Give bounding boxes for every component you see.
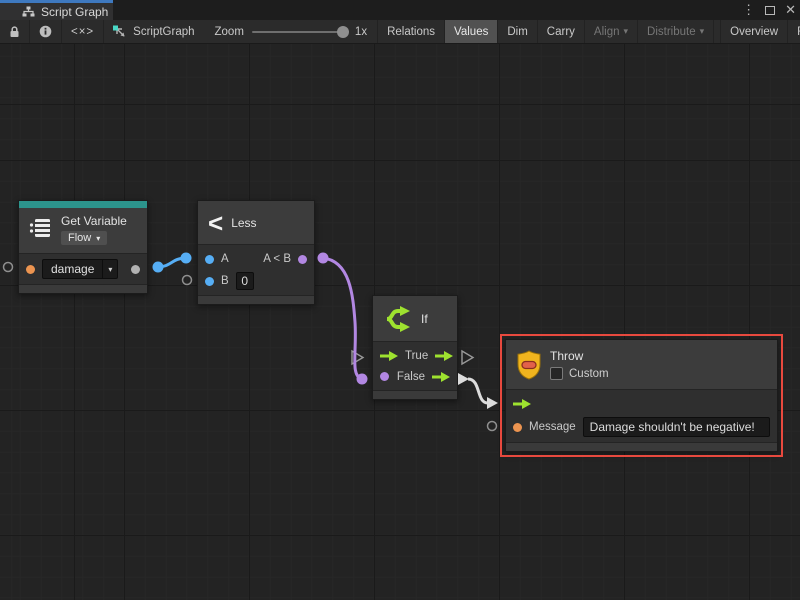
- message-port[interactable]: [513, 423, 522, 432]
- input-b-port[interactable]: [205, 277, 214, 286]
- message-label: Message: [529, 421, 576, 433]
- false-label: False: [397, 371, 425, 383]
- false-out-port[interactable]: [432, 372, 450, 382]
- graph-name-label: ScriptGraph: [133, 26, 194, 38]
- input-a-port[interactable]: [205, 255, 214, 264]
- dim-button[interactable]: Dim: [498, 20, 537, 43]
- flow-in-port[interactable]: [380, 351, 398, 361]
- fullscreen-button[interactable]: Full Screen: [788, 20, 800, 43]
- custom-label: Custom: [569, 368, 609, 380]
- value-output-port[interactable]: [131, 265, 140, 274]
- node-footer: [198, 295, 314, 304]
- variable-kind-dropdown[interactable]: Flow ▾: [61, 231, 107, 245]
- flow-in-port[interactable]: [513, 399, 531, 409]
- carry-button[interactable]: Carry: [538, 20, 585, 43]
- custom-checkbox[interactable]: [550, 367, 563, 380]
- align-button[interactable]: Align ▾: [585, 20, 638, 43]
- node-title: Less: [231, 216, 256, 230]
- info-icon: [39, 25, 52, 38]
- lock-icon: [9, 26, 20, 38]
- window-menu-button[interactable]: ⋮: [742, 2, 755, 18]
- chevron-down-icon: ▾: [103, 260, 117, 278]
- window-tab-bar: Script Graph ⋮ ✕: [0, 0, 800, 20]
- variable-name-dropdown[interactable]: damage ▾: [42, 259, 118, 279]
- distribute-button[interactable]: Distribute ▾: [638, 20, 714, 43]
- zoom-label: Zoom: [215, 26, 244, 38]
- node-title: If: [421, 312, 428, 326]
- input-b-value-field[interactable]: [236, 272, 254, 290]
- chevron-down-icon: ▾: [96, 234, 100, 243]
- chevron-down-icon: ▾: [700, 26, 705, 37]
- chevron-down-icon: ▾: [624, 26, 629, 37]
- node-title: Get Variable: [61, 214, 127, 228]
- edit-source-button[interactable]: <×>: [62, 20, 104, 43]
- node-get-variable[interactable]: Get Variable Flow ▾ damage ▾: [18, 200, 148, 294]
- variable-icon: [29, 217, 53, 239]
- zoom-slider-knob[interactable]: [337, 26, 349, 38]
- values-button[interactable]: Values: [445, 20, 498, 43]
- graph-toolbar: <×> ScriptGraph Zoom 1x Relations Values…: [0, 20, 800, 44]
- graph-title-area: ScriptGraph: [104, 20, 204, 43]
- node-title: Throw: [550, 349, 609, 363]
- output-label: A < B: [263, 253, 291, 265]
- overview-button[interactable]: Overview: [720, 20, 788, 43]
- node-throw[interactable]: Throw Custom Message: [505, 339, 778, 452]
- exception-shield-icon: [516, 350, 542, 380]
- relations-button[interactable]: Relations: [377, 20, 445, 43]
- variable-kind-colorbar: [19, 201, 147, 208]
- true-label: True: [405, 350, 428, 362]
- node-if[interactable]: If True False: [372, 295, 458, 400]
- zoom-control: Zoom 1x: [205, 20, 378, 43]
- close-button[interactable]: ✕: [785, 2, 796, 18]
- less-icon: <: [208, 210, 223, 236]
- condition-port[interactable]: [380, 372, 389, 381]
- code-icon: <×>: [71, 26, 94, 38]
- info-button[interactable]: [30, 20, 62, 43]
- graph-hierarchy-icon: [22, 6, 35, 17]
- maximize-button[interactable]: [765, 6, 775, 15]
- zoom-value: 1x: [355, 26, 367, 38]
- zoom-slider[interactable]: [252, 31, 347, 33]
- input-b-label: B: [221, 275, 229, 287]
- true-out-port[interactable]: [435, 351, 453, 361]
- lock-button[interactable]: [0, 20, 30, 43]
- script-graph-icon: [112, 25, 127, 39]
- message-value-field[interactable]: [583, 417, 770, 437]
- node-less[interactable]: < Less A A < B B: [197, 200, 315, 305]
- result-output-port[interactable]: [298, 255, 307, 264]
- input-a-label: A: [221, 253, 229, 265]
- node-footer: [373, 390, 457, 399]
- tab-title: Script Graph: [41, 5, 108, 19]
- node-footer: [19, 284, 147, 293]
- variable-name-port[interactable]: [26, 265, 35, 274]
- tab-script-graph[interactable]: Script Graph: [0, 0, 113, 20]
- node-footer: [506, 442, 777, 451]
- branch-icon: [383, 305, 413, 333]
